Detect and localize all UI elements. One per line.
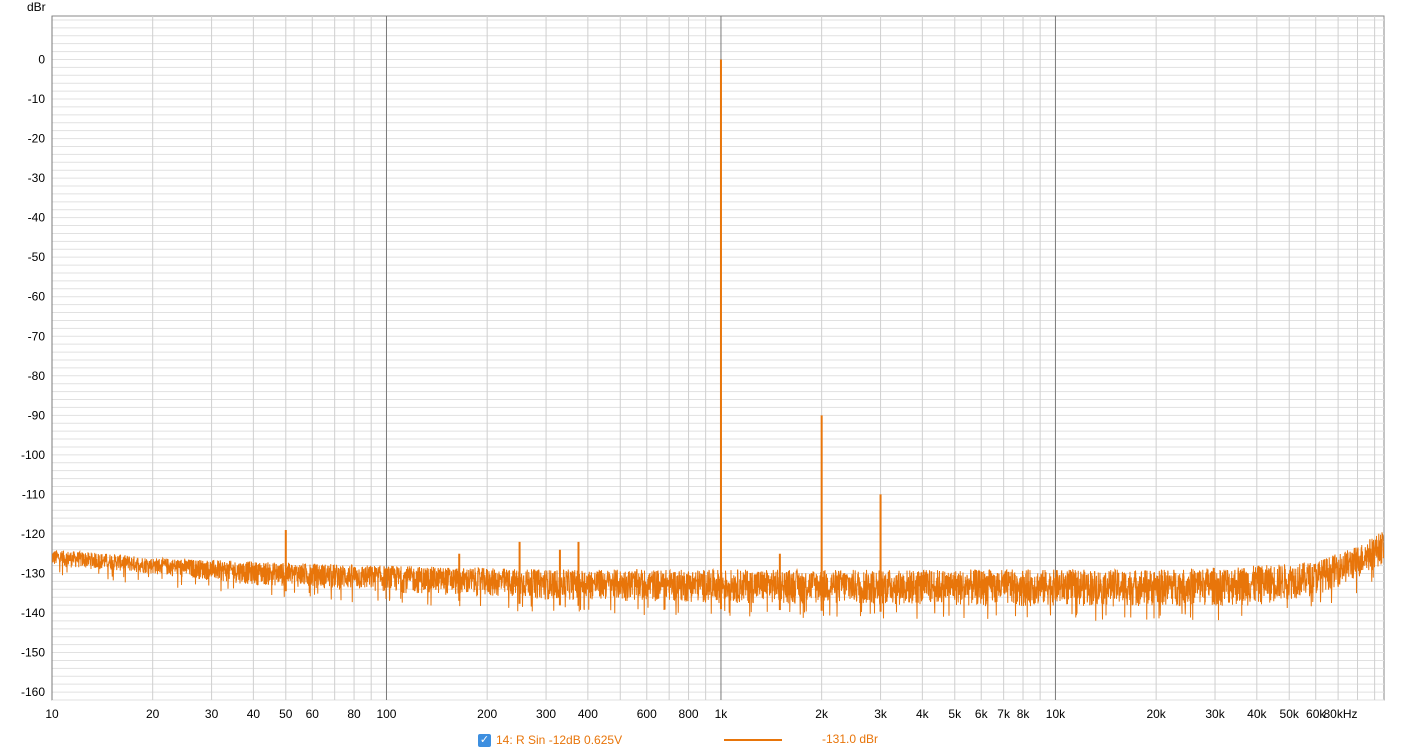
- legend-line-swatch: [724, 739, 782, 741]
- x-tick-label: 80: [347, 707, 361, 721]
- x-tick-label: 20k: [1146, 707, 1166, 721]
- x-tick-label: 6k: [975, 707, 989, 721]
- y-axis-label: dBr: [27, 0, 46, 14]
- x-tick-label: 50: [279, 707, 293, 721]
- legend-readout: -131.0 dBr: [822, 732, 879, 746]
- series-visibility-checkbox[interactable]: ✓: [478, 733, 491, 747]
- y-tick-label: -70: [28, 329, 46, 343]
- y-tick-label: -160: [21, 685, 45, 699]
- y-tick-label: -20: [28, 132, 46, 146]
- y-tick-label: -130: [21, 566, 45, 580]
- y-tick-label: -10: [28, 92, 46, 106]
- x-tick-label: 40k: [1247, 707, 1267, 721]
- y-tick-label: -100: [21, 448, 45, 462]
- y-tick-label: -60: [28, 290, 46, 304]
- x-tick-label: 4k: [916, 707, 930, 721]
- x-tick-label: 30: [205, 707, 219, 721]
- x-tick-label: 600: [637, 707, 657, 721]
- x-axis-ticks: 10 20 30 40 50 60 80 100 200 300 400 600 800 1k 2k 3k 4k…: [45, 707, 1357, 721]
- x-tick-label: 100: [376, 707, 396, 721]
- x-tick-label: 5k: [948, 707, 962, 721]
- y-tick-label: -140: [21, 606, 45, 620]
- legend-series-name: 14: R Sin -12dB 0.625V: [496, 733, 623, 747]
- y-tick-label: -40: [28, 211, 46, 225]
- x-tick-label: 60: [306, 707, 320, 721]
- x-tick-label: 40: [247, 707, 261, 721]
- y-tick-label: -120: [21, 527, 45, 541]
- x-tick-label: 1k: [715, 707, 729, 721]
- spectrum-chart: 0 -10 -20 -30 -40 -50 -60 -70 -80 -90 -100 -110 -120…: [21, 0, 1385, 721]
- x-tick-label: 10k: [1046, 707, 1066, 721]
- y-tick-label: 0: [38, 52, 45, 66]
- y-tick-label: -30: [28, 171, 46, 185]
- y-tick-label: -80: [28, 369, 46, 383]
- x-tick-label: 2k: [815, 707, 829, 721]
- x-tick-label: 800: [679, 707, 699, 721]
- x-tick-label: 10: [45, 707, 59, 721]
- y-tick-label: -150: [21, 646, 45, 660]
- y-tick-label: -90: [28, 408, 46, 422]
- x-tick-label: 200: [477, 707, 497, 721]
- x-tick-label: 80kHz: [1324, 707, 1358, 721]
- x-tick-label: 400: [578, 707, 598, 721]
- y-tick-label: -50: [28, 250, 46, 264]
- x-tick-label: 7k: [997, 707, 1011, 721]
- y-axis-ticks: 0 -10 -20 -30 -40 -50 -60 -70 -80 -90 -100 -110 -120…: [21, 52, 45, 699]
- legend: ✓ 14: R Sin -12dB 0.625V -131.0 dBr: [478, 731, 878, 749]
- x-tick-label: 50k: [1280, 707, 1300, 721]
- y-tick-label: -110: [22, 487, 45, 501]
- x-tick-label: 8k: [1017, 707, 1031, 721]
- x-tick-label: 3k: [874, 707, 888, 721]
- x-tick-label: 30k: [1205, 707, 1225, 721]
- x-tick-label: 300: [536, 707, 556, 721]
- x-tick-label: 20: [146, 707, 160, 721]
